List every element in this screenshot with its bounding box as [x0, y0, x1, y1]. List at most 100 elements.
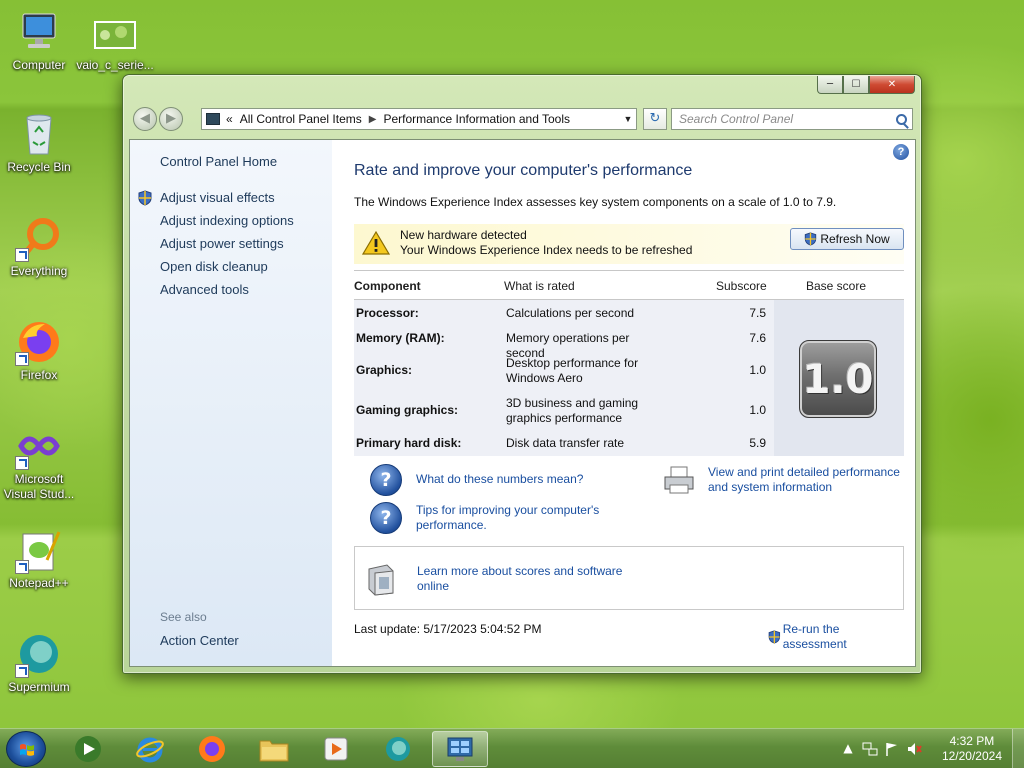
start-button[interactable] — [6, 731, 46, 767]
numbers-meaning-link[interactable]: What do these numbers mean? — [416, 472, 583, 487]
view-print-details-link[interactable]: View and print detailed performance and … — [708, 465, 908, 495]
desktop-icon-notepad-plus-plus[interactable]: Notepad++ — [0, 526, 78, 591]
task-advanced-tools[interactable]: Advanced tools — [160, 282, 294, 305]
image-file-icon — [91, 8, 139, 56]
system-tray: ▲ 4:32 PM 12/20/2024 — [834, 729, 1024, 768]
task-adjust-power-settings[interactable]: Adjust power settings — [160, 236, 294, 259]
search-input[interactable]: Search Control Panel — [671, 108, 913, 130]
table-header: Component What is rated Subscore Base sc… — [354, 270, 904, 300]
desktop-icon-vaio[interactable]: vaio_c_serie... — [76, 8, 154, 73]
desktop-icon-supermium[interactable]: Supermium — [0, 630, 78, 695]
last-update-text: Last update: 5/17/2023 5:04:52 PM — [354, 622, 542, 636]
action-center-flag-icon[interactable] — [884, 741, 900, 757]
show-desktop-button[interactable] — [1012, 729, 1024, 768]
network-icon[interactable] — [862, 741, 878, 757]
shortcut-arrow-icon — [15, 248, 29, 262]
uac-shield-icon — [138, 190, 152, 206]
desktop-icon-label: Microsoft Visual Stud... — [3, 472, 75, 501]
row-component: Memory (RAM): — [356, 331, 445, 345]
taskbar-supermium[interactable] — [370, 731, 426, 767]
base-score-badge: 1.0 — [799, 340, 877, 418]
task-adjust-indexing-options[interactable]: Adjust indexing options — [160, 213, 294, 236]
row-component: Gaming graphics: — [356, 403, 459, 417]
minimize-button[interactable]: ─ — [817, 76, 843, 94]
back-button[interactable]: ◀ — [133, 107, 157, 131]
taskbar-file-explorer[interactable] — [246, 731, 302, 767]
refresh-icon[interactable]: ↻ — [643, 108, 667, 130]
row-subscore: 1.0 — [749, 363, 766, 377]
taskbar: ▲ 4:32 PM 12/20/2024 — [0, 728, 1024, 768]
help-icon[interactable]: ? — [893, 144, 909, 160]
header-component: Component — [354, 279, 421, 293]
desktop-icon-label: Notepad++ — [9, 576, 69, 590]
row-component: Processor: — [356, 306, 419, 320]
page-title: Rate and improve your computer's perform… — [354, 162, 693, 179]
action-center-link[interactable]: Action Center — [160, 633, 239, 648]
clock[interactable]: 4:32 PM 12/20/2024 — [942, 734, 1002, 764]
breadcrumb-performance-tools[interactable]: Performance Information and Tools — [383, 112, 570, 126]
uac-shield-icon — [805, 232, 817, 246]
desktop-icon-firefox[interactable]: Firefox — [0, 318, 78, 383]
forward-button[interactable]: ▶ — [159, 107, 183, 131]
taskbar-internet-explorer[interactable] — [122, 731, 178, 767]
shortcut-arrow-icon — [15, 664, 29, 678]
refresh-now-label: Refresh Now — [820, 232, 890, 246]
rerun-label: Re-run the assessment — [782, 622, 847, 651]
task-open-disk-cleanup[interactable]: Open disk cleanup — [160, 259, 294, 282]
recycle-bin-icon — [15, 110, 63, 158]
desktop-icon-visual-studio[interactable]: Microsoft Visual Stud... — [0, 422, 78, 502]
task-adjust-visual-effects[interactable]: Adjust visual effects — [138, 190, 294, 213]
warning-icon — [362, 230, 390, 255]
taskbar-firefox[interactable] — [184, 731, 240, 767]
close-button[interactable]: ✕ — [869, 76, 915, 94]
rerun-assessment-link[interactable]: Re-run the assessment — [768, 622, 904, 652]
desktop-icon-label: Everything — [10, 264, 68, 278]
taskbar-media-player[interactable] — [60, 731, 116, 767]
notice-title: New hardware detected — [400, 228, 527, 242]
control-panel-window: ─ ☐ ✕ ◀ ▶ « All Control Panel Items ▶ Pe… — [122, 74, 922, 674]
task-label: Adjust power settings — [160, 236, 284, 251]
row-what-is-rated: Desktop performance for Windows Aero — [506, 356, 639, 385]
desktop-icon-label: Computer — [12, 58, 66, 72]
address-dropdown-icon[interactable]: ▼ — [620, 114, 636, 124]
control-panel-home-link[interactable]: Control Panel Home — [160, 154, 277, 169]
desktop-icon-label: Firefox — [20, 368, 58, 382]
visual-studio-icon — [15, 422, 63, 470]
show-hidden-icons-icon[interactable]: ▲ — [840, 741, 856, 757]
row-subscore: 5.9 — [749, 436, 766, 450]
task-label: Adjust visual effects — [160, 190, 275, 205]
desktop-icon-computer[interactable]: Computer — [0, 8, 78, 73]
firefox-icon — [15, 318, 63, 366]
taskbar-media-center[interactable] — [308, 731, 364, 767]
breadcrumb-overflow[interactable]: « — [226, 112, 233, 126]
caption-buttons: ─ ☐ ✕ — [817, 76, 915, 94]
help-question-icon: ? — [370, 464, 402, 496]
desktop-icon-recycle-bin[interactable]: Recycle Bin — [0, 110, 78, 175]
sidebar: Control Panel Home Adjust visual effects… — [130, 140, 332, 666]
media-player-icon — [75, 736, 101, 762]
clock-date: 12/20/2024 — [941, 749, 1002, 763]
notice-message: Your Windows Experience Index needs to b… — [400, 243, 693, 257]
breadcrumb-all-control-panel-items[interactable]: All Control Panel Items — [240, 112, 362, 126]
media-play-icon — [324, 737, 348, 761]
printer-icon — [664, 466, 694, 494]
task-label: Advanced tools — [160, 282, 249, 297]
improve-tips-link[interactable]: Tips for improving your computer's perfo… — [416, 503, 626, 533]
task-label: Open disk cleanup — [160, 259, 268, 274]
learn-more-link[interactable]: Learn more about scores and software onl… — [417, 564, 637, 594]
supermium-icon — [386, 737, 410, 761]
notepad-plus-plus-icon — [15, 526, 63, 574]
address-bar[interactable]: « All Control Panel Items ▶ Performance … — [201, 108, 637, 130]
uac-shield-icon — [768, 630, 781, 644]
breadcrumb-chevron-icon[interactable]: ▶ — [369, 114, 377, 125]
volume-muted-icon[interactable] — [906, 741, 922, 757]
main-content: ? Rate and improve your computer's perfo… — [332, 140, 915, 666]
taskbar-control-panel[interactable] — [432, 731, 488, 767]
refresh-now-button[interactable]: Refresh Now — [790, 228, 904, 250]
control-panel-icon — [206, 113, 220, 125]
search-placeholder: Search Control Panel — [679, 112, 794, 126]
maximize-button[interactable]: ☐ — [843, 76, 869, 94]
control-panel-icon — [447, 737, 473, 761]
desktop-icon-everything[interactable]: Everything — [0, 214, 78, 279]
search-icon[interactable] — [896, 113, 907, 125]
